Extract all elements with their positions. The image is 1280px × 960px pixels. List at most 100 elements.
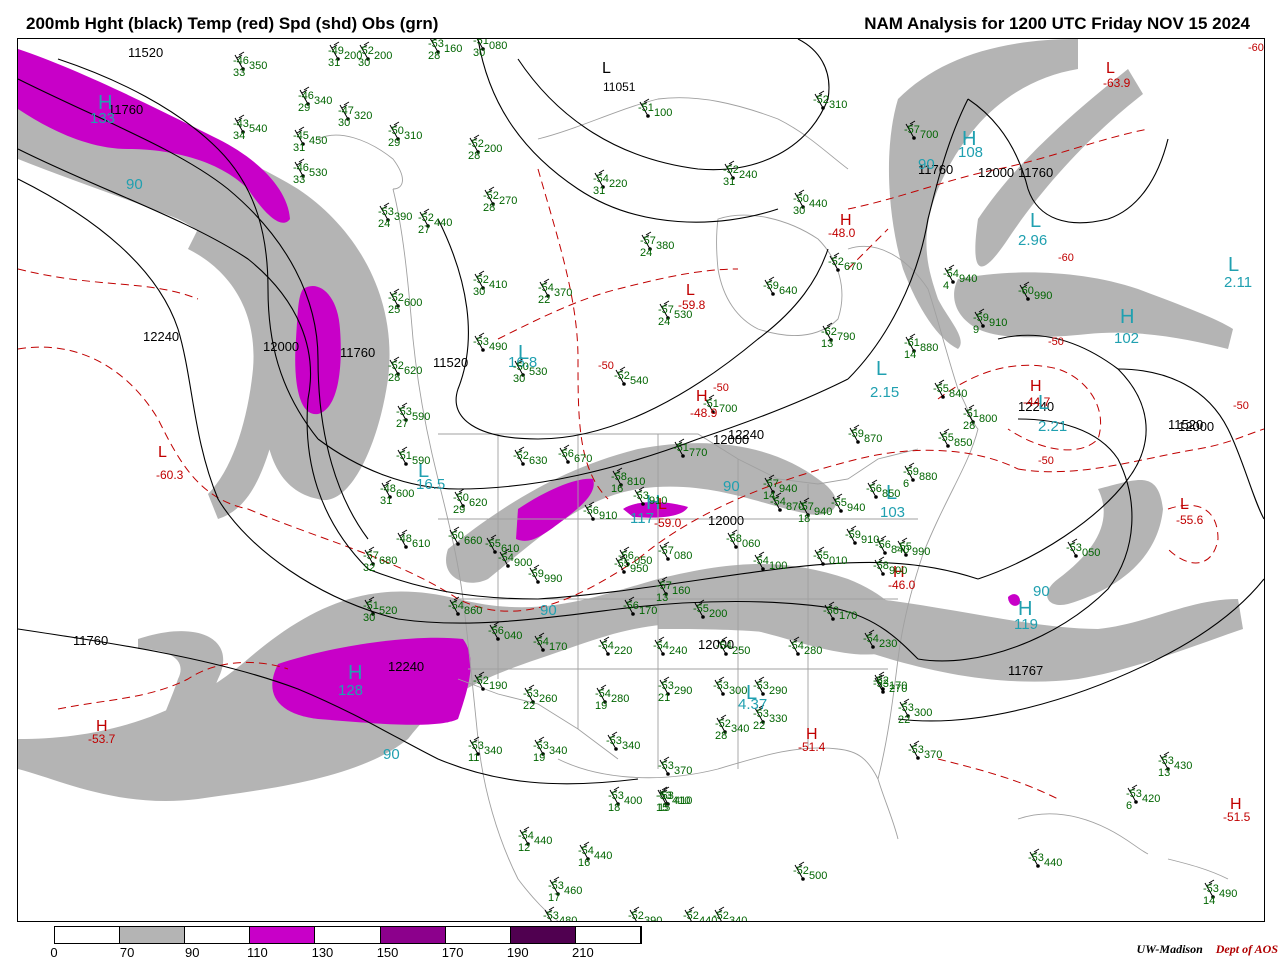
obs-height: 940 [779,483,797,495]
obs-temperature: -53 [523,688,539,700]
jet-band-atlantic-east [1047,480,1163,605]
obs-height: 440 [434,217,452,229]
pressure-center-letter: L [158,444,167,461]
obs-dewpoint-depression: 18 [798,513,810,525]
height-contour-label: 12240 [143,329,179,344]
obs-dewpoint-depression: 22 [753,720,765,732]
obs-height: 290 [769,685,787,697]
temp-contour-2 [18,268,199,300]
pressure-center-value: -46.0 [888,578,916,592]
obs-height: 080 [489,40,507,52]
obs-dewpoint-depression: 31 [723,176,735,188]
obs-temperature: -53 [713,680,729,692]
height-contour-label: 11760 [1018,165,1053,180]
obs-height: 990 [912,546,930,558]
obs-temperature: -46 [298,90,314,102]
pressure-center-value: -59.0 [654,516,682,530]
obs-temperature: -57 [656,580,672,592]
obs-temperature: -61 [904,337,920,349]
obs-temperature: -57 [798,501,814,513]
obs-height: 620 [404,365,422,377]
obs-temperature: -55 [693,603,709,615]
obs-dewpoint-depression: 31 [328,57,340,69]
obs-height: 490 [1219,888,1237,900]
temp-contour-label: -50 [1048,336,1064,348]
speed-center-value: 103 [880,504,905,521]
height-contour-11520-mid [437,218,829,440]
obs-height: 010 [829,555,847,567]
obs-temperature: -55 [813,550,829,562]
obs-height: 340 [731,723,749,735]
obs-height: 440 [594,850,612,862]
obs-height: 480 [559,915,577,921]
obs-height: 390 [644,915,662,921]
obs-temperature: -51 [703,398,719,410]
obs-dewpoint-depression: 17 [548,892,560,904]
obs-dewpoint-depression: 14 [904,349,916,361]
obs-height: 200 [709,608,727,620]
obs-temperature: -54 [788,640,804,652]
obs-dewpoint-depression: 28 [468,150,480,162]
obs-temperature: -50 [388,125,404,137]
obs-height: 060 [742,538,760,550]
obs-temperature: -58 [611,471,627,483]
obs-height: 800 [979,413,997,425]
obs-temperature: -55 [896,541,912,553]
obs-height: 500 [809,870,827,882]
pressure-center-letter: L [1180,496,1189,513]
height-contour-label: 11520 [128,45,163,60]
obs-height: 660 [464,535,482,547]
obs-temperature: -53 [608,790,624,802]
obs-temperature: -50 [448,530,464,542]
obs-height: 590 [412,411,430,423]
obs-dewpoint-depression: 28 [715,730,727,742]
obs-height: 600 [396,488,414,500]
obs-height: 910 [649,495,667,507]
obs-temperature: -51 [963,408,979,420]
obs-dewpoint-depression: 28 [388,372,400,384]
obs-height: 270 [499,195,517,207]
obs-temperature: -62 [821,326,837,338]
obs-temperature: -53 [428,39,444,50]
colorbar-segment [380,927,446,943]
obs-height: 490 [489,341,507,353]
obs-height: 670 [844,261,862,273]
obs-temperature: -57 [640,235,656,247]
obs-height: 050 [634,555,652,567]
obs-temperature: -60 [1018,285,1034,297]
temp-contour-1 [18,346,249,510]
obs-temperature: -52 [388,360,404,372]
obs-height: 700 [719,403,737,415]
obs-dewpoint-depression: 11 [468,752,479,764]
obs-dewpoint-depression: 22 [538,294,550,306]
obs-temperature: -52 [358,45,374,57]
obs-height: 850 [882,488,900,500]
obs-height: 370 [554,287,572,299]
speed-center-value: 102 [1114,330,1139,347]
obs-dewpoint-depression: 16 [578,857,590,869]
jet-band-north-atlantic [954,272,1233,349]
obs-height: 810 [627,476,645,488]
obs-temperature: -50 [513,361,529,373]
height-contour-label: 11520 [433,355,468,370]
obs-temperature: -52 [468,138,484,150]
obs-height: 240 [739,169,757,181]
colorbar-tick-label: 110 [246,945,268,960]
obs-height: 410 [489,279,507,291]
obs-temperature: -53 [753,680,769,692]
obs-temperature: -53 [533,740,549,752]
height-contour-label: 12000 [978,165,1014,180]
obs-height: 300 [914,707,932,719]
obs-dewpoint-depression: 29 [298,102,310,114]
obs-dewpoint-depression: 6 [1126,800,1132,812]
obs-height: 080 [674,550,692,562]
obs-height: 440 [534,835,552,847]
obs-temperature: -52 [713,910,729,921]
obs-height: 900 [889,565,907,577]
obs-dewpoint-depression: 18 [608,802,620,814]
obs-dewpoint-depression: 13 [1158,767,1170,779]
pressure-center-value: 11051 [603,80,636,94]
speed-center-value: 2.21 [1038,418,1067,435]
obs-height: 600 [404,297,422,309]
obs-temperature: -52 [715,718,731,730]
